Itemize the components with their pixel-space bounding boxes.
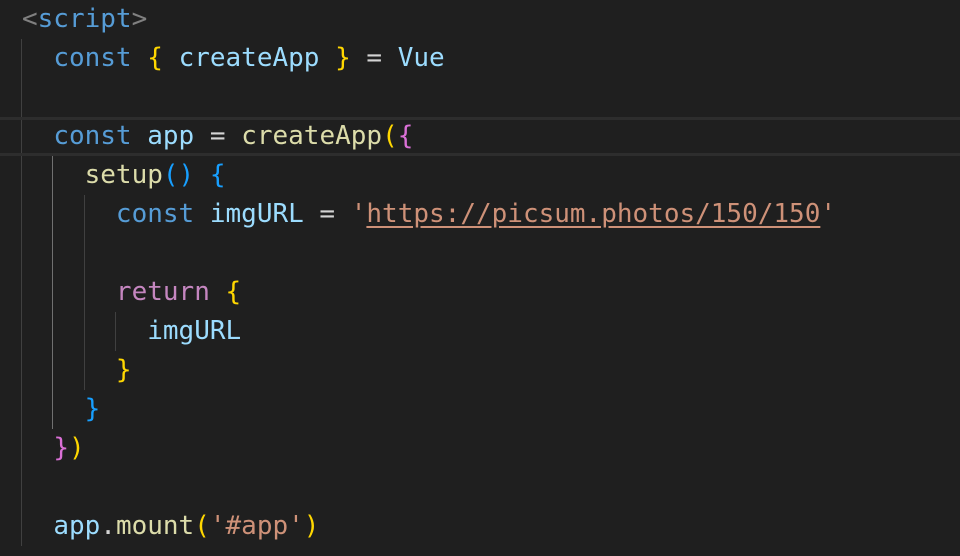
code-token: { (225, 277, 242, 307)
code-line[interactable]: imgURL (0, 312, 960, 351)
code-token: const (53, 43, 132, 73)
code-token: ( (382, 121, 398, 151)
code-token: ' (350, 199, 367, 229)
code-line[interactable]: app.mount('#app') (0, 507, 960, 546)
code-token: createApp (241, 121, 383, 151)
code-token: createApp (178, 43, 320, 73)
code-line[interactable] (0, 78, 960, 117)
code-line[interactable] (0, 234, 960, 273)
code-token: imgURL (209, 199, 304, 229)
code-editor[interactable]: <script> const { createApp } = Vue const… (0, 0, 960, 556)
code-line[interactable] (0, 468, 960, 507)
code-token: script (37, 4, 132, 34)
code-line[interactable]: } (0, 390, 960, 429)
code-token: app (147, 121, 195, 151)
code-token: const (115, 199, 195, 229)
code-token: } (53, 433, 69, 463)
code-token: . (100, 511, 116, 541)
code-token: = (350, 43, 398, 73)
code-token: } (115, 355, 132, 385)
code-line[interactable]: <script> (0, 0, 960, 39)
code-line[interactable]: return { (0, 273, 960, 312)
code-token: } (84, 394, 101, 424)
code-token: ) (68, 433, 85, 463)
code-token: ( (194, 511, 210, 541)
code-token: () (162, 160, 195, 190)
code-line[interactable]: const imgURL = 'https://picsum.photos/15… (0, 195, 960, 234)
code-token: const (53, 121, 132, 151)
code-token: setup (84, 160, 163, 190)
code-line[interactable]: }) (0, 429, 960, 468)
code-token: ) (303, 511, 320, 541)
code-line-current[interactable]: const app = createApp({ (0, 117, 960, 156)
code-token: imgURL (147, 316, 242, 346)
code-token: { (209, 160, 226, 190)
code-token: { (147, 43, 163, 73)
code-line[interactable]: setup() { (0, 156, 960, 195)
code-token: < (22, 4, 38, 34)
code-line[interactable]: const { createApp } = Vue (0, 39, 960, 78)
code-token: > (131, 4, 148, 34)
code-token: } (335, 43, 351, 73)
code-token: mount (115, 511, 195, 541)
code-token: '#app' (209, 511, 304, 541)
code-token: app (53, 511, 101, 541)
code-token: ' (820, 199, 837, 229)
code-line[interactable]: } (0, 351, 960, 390)
url-link[interactable]: https://picsum.photos/150/150 (366, 199, 820, 229)
code-token: = (194, 121, 242, 151)
code-token: Vue (397, 43, 445, 73)
code-token: { (397, 121, 414, 151)
code-token: return (115, 277, 210, 307)
code-token: = (303, 199, 351, 229)
